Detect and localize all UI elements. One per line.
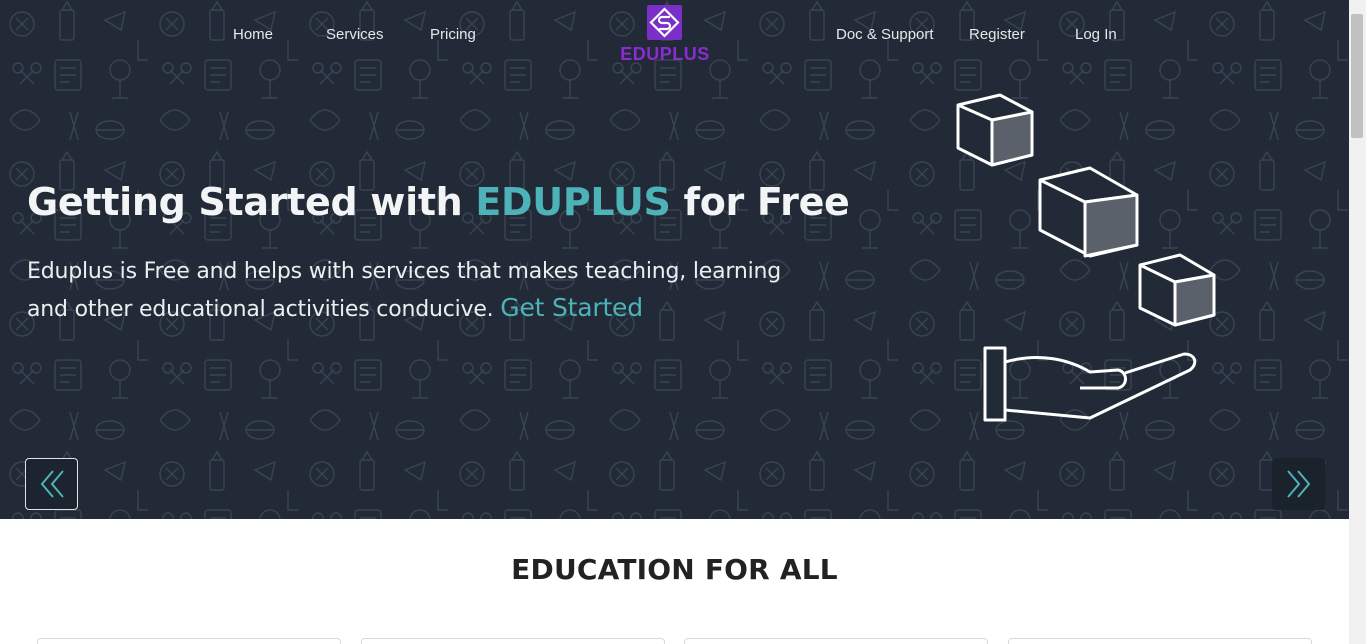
get-started-link[interactable]: Get Started [500,293,643,322]
page: Home Services Pricing EDUPLUS Doc & Supp… [0,0,1366,644]
hero-title: Getting Started with EDUPLUS for Free [27,180,850,224]
feature-card[interactable] [684,638,988,644]
page-scrollbar[interactable] [1349,0,1366,644]
nav-login[interactable]: Log In [1075,26,1117,43]
nav-pricing[interactable]: Pricing [430,26,476,43]
double-chevron-left-icon [40,470,64,498]
nav-doc-support[interactable]: Doc & Support [836,26,934,43]
hero-description-text: Eduplus is Free and helps with services … [27,259,782,322]
hero-description: Eduplus is Free and helps with services … [27,254,817,328]
feature-card[interactable] [361,638,665,644]
logo-text: EDUPLUS [620,44,710,64]
hero-title-accent: EDUPLUS [475,180,671,224]
eduplus-logo[interactable]: EDUPLUS [620,4,710,64]
logo-mark-icon [647,5,682,40]
nav-register[interactable]: Register [969,26,1025,43]
carousel-prev-button[interactable] [25,458,78,510]
hero-banner: Home Services Pricing EDUPLUS Doc & Supp… [0,0,1349,519]
carousel-next-button[interactable] [1272,458,1325,510]
scrollbar-thumb[interactable] [1351,14,1363,138]
hand-boxes-illustration [956,93,1216,422]
nav-home[interactable]: Home [233,26,273,43]
feature-card[interactable] [1008,638,1312,644]
nav-services[interactable]: Services [326,26,384,43]
hero-title-suffix: for Free [670,180,850,224]
hero-title-prefix: Getting Started with [27,180,476,224]
section-title: EDUCATION FOR ALL [511,553,838,586]
feature-card[interactable] [37,638,341,644]
double-chevron-right-icon [1286,470,1310,498]
